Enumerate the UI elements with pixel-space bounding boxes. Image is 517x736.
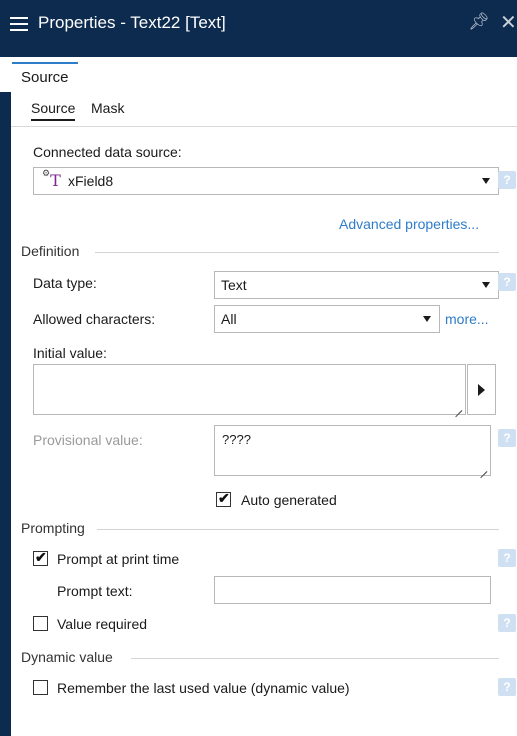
check-icon: ✔ — [35, 549, 47, 565]
prompt-at-print-time-checkbox[interactable]: ✔ — [33, 549, 48, 566]
connected-data-source-dropdown[interactable]: ⚙T xField8 — [33, 167, 499, 195]
tab-style[interactable]: Style — [95, 62, 131, 92]
initial-value-textarea[interactable] — [33, 364, 466, 418]
remember-last-value-label: Remember the last used value (dynamic va… — [57, 680, 350, 696]
resize-grip-icon[interactable] — [477, 462, 488, 479]
help-icon[interactable]: ? — [498, 614, 516, 632]
left-edge-bar — [0, 92, 11, 736]
initial-value-label: Initial value: — [33, 345, 107, 361]
prompt-text-input[interactable] — [214, 576, 491, 604]
subtab-source[interactable]: Source — [31, 100, 76, 121]
value-required-label: Value required — [57, 616, 148, 632]
tab-source[interactable]: Source — [12, 62, 78, 92]
allowed-characters-label: Allowed characters: — [33, 311, 156, 327]
provisional-value-textarea[interactable]: ???? — [214, 425, 491, 479]
auto-generated-checkbox[interactable]: ✔ — [216, 490, 231, 507]
section-divider — [95, 252, 499, 253]
play-arrow-icon — [478, 384, 485, 396]
data-type-label: Data type: — [33, 275, 97, 291]
more-link[interactable]: more... — [445, 311, 489, 327]
prompting-section-title: Prompting — [21, 520, 85, 536]
section-divider — [97, 529, 499, 530]
chevron-down-icon — [482, 178, 490, 184]
window-title: Properties - Text22 [Text] — [38, 13, 226, 32]
remember-last-value-checkbox[interactable] — [33, 680, 48, 695]
insert-value-button[interactable] — [467, 364, 496, 415]
subtab-divider — [11, 126, 517, 127]
allowed-characters-value: All — [221, 311, 237, 327]
provisional-value-label: Provisional value: — [33, 432, 143, 448]
section-divider — [131, 658, 499, 659]
prompt-at-print-time-label: Prompt at print time — [57, 551, 180, 567]
definition-section-title: Definition — [21, 243, 80, 259]
properties-panel: Source Mask Connected data source: ⚙T xF… — [11, 92, 517, 736]
text-variable-icon: ⚙T — [42, 168, 61, 190]
resize-grip-icon[interactable] — [452, 401, 463, 418]
allowed-characters-dropdown[interactable]: All — [214, 305, 440, 333]
advanced-properties-link[interactable]: Advanced properties... — [339, 216, 479, 232]
subtab-mask[interactable]: Mask — [91, 100, 124, 116]
help-icon[interactable]: ? — [498, 273, 516, 291]
check-icon: ✔ — [218, 490, 230, 506]
data-type-value: Text — [221, 277, 247, 293]
help-icon[interactable]: ? — [498, 171, 516, 189]
help-icon[interactable]: ? — [498, 429, 516, 447]
tab-position[interactable]: Position — [149, 62, 208, 92]
connected-data-source-value: xField8 — [68, 173, 114, 189]
help-icon[interactable]: ? — [498, 678, 516, 696]
hamburger-menu-icon[interactable] — [10, 17, 28, 31]
pin-icon[interactable]: 📌︎ — [468, 12, 490, 32]
tab-general[interactable]: General — [228, 62, 284, 92]
prompt-text-label: Prompt text: — [57, 583, 133, 599]
connected-data-source-label: Connected data source: — [33, 144, 182, 160]
chevron-down-icon — [482, 282, 490, 288]
title-bar: Properties - Text22 [Text] 📌︎ ✕ — [0, 0, 517, 57]
value-required-checkbox[interactable] — [33, 616, 48, 631]
auto-generated-label: Auto generated — [241, 492, 337, 508]
data-type-dropdown[interactable]: Text — [214, 271, 499, 299]
provisional-value-text: ???? — [222, 432, 251, 447]
dynamic-value-section-title: Dynamic value — [21, 649, 113, 665]
close-icon[interactable]: ✕ — [500, 10, 517, 35]
help-icon[interactable]: ? — [498, 549, 516, 567]
chevron-down-icon — [423, 316, 431, 322]
